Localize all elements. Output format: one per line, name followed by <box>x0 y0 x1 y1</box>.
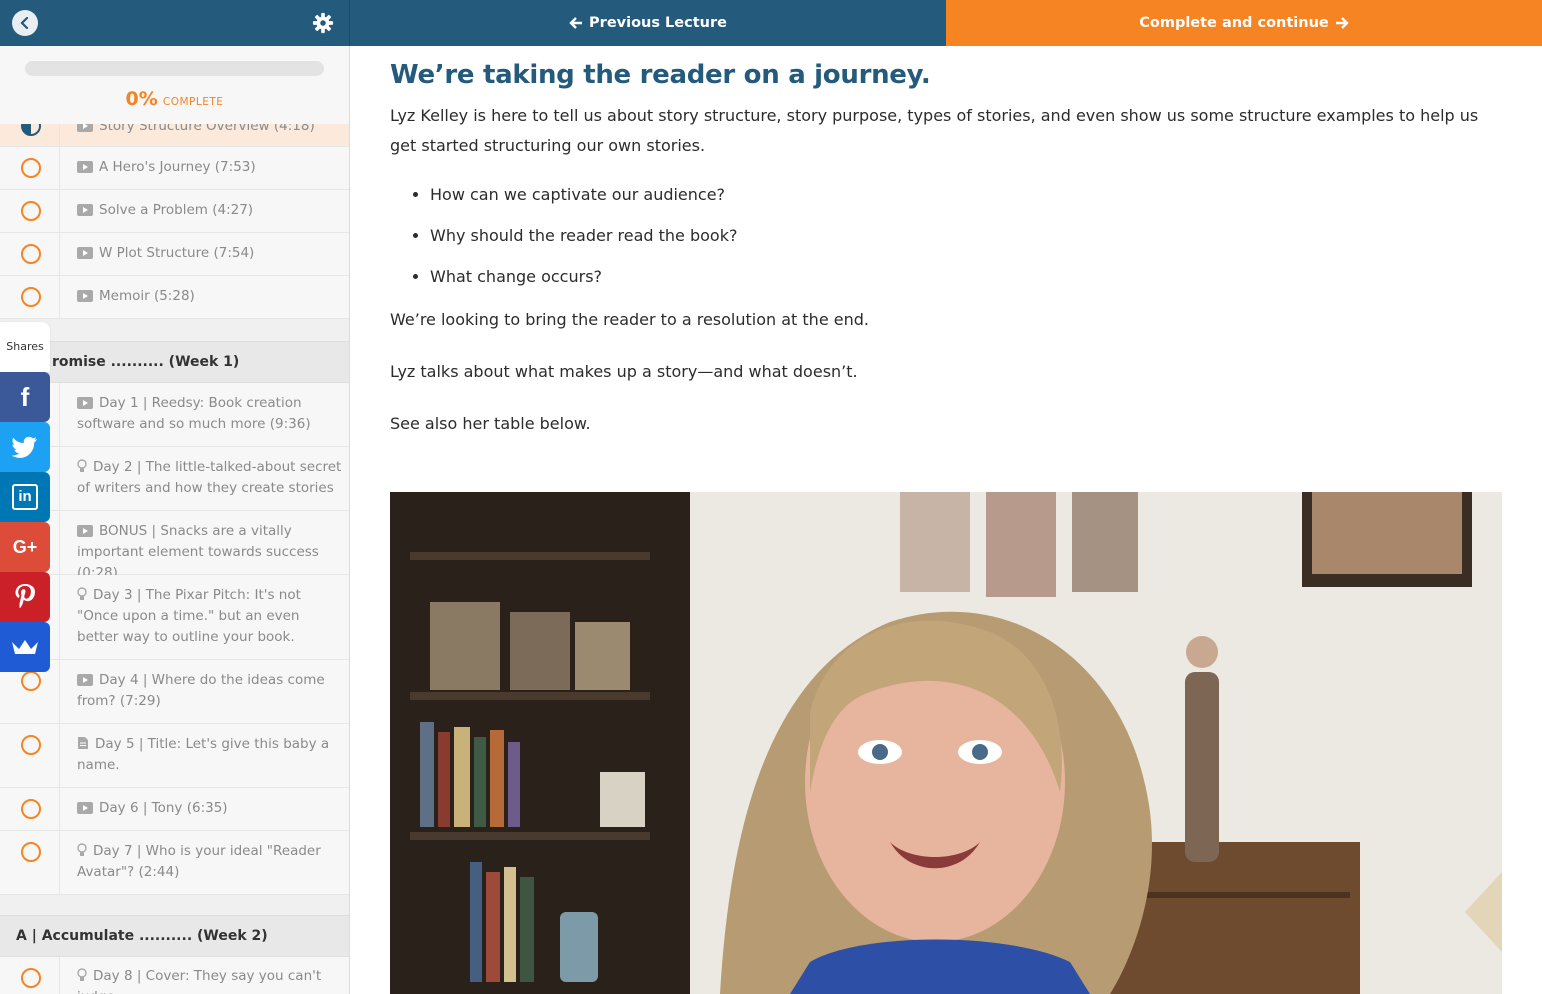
intro-paragraph: Lyz Kelley is here to tell us about stor… <box>390 106 1479 155</box>
lecture-item[interactable]: Memoir (5:28) <box>0 276 349 319</box>
paragraph: See also her table below. <box>390 414 591 433</box>
lecture-item[interactable]: Day 8 | Cover: They say you can't judge <box>0 957 349 994</box>
shares-label: Shares <box>0 322 50 372</box>
play-icon <box>77 247 93 259</box>
complete-and-continue-label: Complete and continue <box>1139 15 1329 31</box>
play-icon <box>77 290 93 302</box>
google-plus-icon: G+ <box>12 536 38 557</box>
incomplete-circle-icon <box>21 735 41 755</box>
document-icon <box>78 737 88 749</box>
list-item: Why should the reader read the book? <box>430 221 737 262</box>
play-icon <box>77 674 93 686</box>
facebook-share-button[interactable]: f <box>0 372 50 422</box>
play-icon <box>77 161 93 173</box>
lecture-title: W Plot Structure (7:54) <box>99 245 255 261</box>
previous-lecture-label: Previous Lecture <box>589 15 727 31</box>
lecture-title: Solve a Problem (4:27) <box>99 202 254 218</box>
progress-label: COMPLETE <box>162 96 224 108</box>
section-spacer <box>0 895 349 915</box>
lecture-item[interactable]: BONUS | Snacks are a vitally important e… <box>0 511 349 581</box>
lecture-item[interactable]: Day 7 | Who is your ideal "Reader Avatar… <box>0 831 349 895</box>
lecture-title: Day 7 | Who is your ideal "Reader Avatar… <box>77 843 321 880</box>
play-icon <box>77 525 93 537</box>
bulb-icon <box>77 968 87 981</box>
lecture-item[interactable]: Day 1 | Reedsy: Book creation software a… <box>0 383 349 447</box>
gear-icon[interactable] <box>312 12 334 34</box>
course-sidebar[interactable]: 0% COMPLETE Story Structure Overview (4:… <box>0 46 350 994</box>
video-frame-image <box>390 492 1502 994</box>
pinterest-icon <box>15 584 35 609</box>
lecture-item[interactable]: Day 4 | Where do the ideas come from? (7… <box>0 660 349 724</box>
question-list: How can we captivate our audience? Why s… <box>430 180 737 303</box>
lecture-item[interactable]: Day 6 | Tony (6:35) <box>0 788 349 831</box>
play-icon <box>77 204 93 216</box>
lecture-title: Day 1 | Reedsy: Book creation software a… <box>77 395 311 432</box>
lecture-item[interactable]: Day 5 | Title: Let's give this baby a na… <box>0 724 349 788</box>
incomplete-circle-icon <box>21 158 41 178</box>
lecture-title: Day 2 | The little-talked-about secret o… <box>77 459 342 496</box>
pinterest-share-button[interactable] <box>0 572 50 622</box>
facebook-icon: f <box>20 381 30 412</box>
bulb-icon <box>77 843 87 856</box>
incomplete-circle-icon <box>21 287 41 307</box>
lecture-title: Memoir (5:28) <box>99 288 195 304</box>
incomplete-circle-icon <box>21 799 41 819</box>
sumome-share-button[interactable] <box>0 622 50 672</box>
lecture-title: Day 8 | Cover: They say you can't judge <box>77 968 322 994</box>
progress-area: 0% COMPLETE <box>0 46 349 124</box>
twitter-icon <box>12 436 37 458</box>
google-plus-share-button[interactable]: G+ <box>0 522 50 572</box>
play-icon <box>77 802 93 814</box>
complete-and-continue-button[interactable]: Complete and continue <box>946 0 1542 46</box>
lecture-title: BONUS | Snacks are a vitally important e… <box>77 523 319 581</box>
previous-lecture-button[interactable]: Previous Lecture <box>350 0 946 46</box>
section-spacer <box>0 319 349 341</box>
list-item: How can we captivate our audience? <box>430 180 737 221</box>
paragraph: Lyz talks about what makes up a story—an… <box>390 362 858 381</box>
lecture-title: Day 4 | Where do the ideas come from? (7… <box>77 672 325 709</box>
lecture-item[interactable]: Solve a Problem (4:27) <box>0 190 349 233</box>
paragraph: We’re looking to bring the reader to a r… <box>390 310 869 329</box>
incomplete-circle-icon <box>21 968 41 988</box>
top-bar: Previous Lecture Complete and continue <box>0 0 1542 46</box>
incomplete-circle-icon <box>21 671 41 691</box>
bulb-icon <box>77 459 87 472</box>
crown-icon <box>12 640 38 654</box>
progress-bar <box>25 61 324 76</box>
linkedin-share-button[interactable]: in <box>0 472 50 522</box>
lecture-title: Day 6 | Tony (6:35) <box>99 800 228 816</box>
incomplete-circle-icon <box>21 244 41 264</box>
lecture-item[interactable]: A Hero's Journey (7:53) <box>0 147 349 190</box>
section-header-week-2: A | Accumulate .......... (Week 2) <box>0 915 349 957</box>
twitter-share-button[interactable] <box>0 422 50 472</box>
list-item: What change occurs? <box>430 262 737 303</box>
arrow-left-icon <box>569 17 583 29</box>
lecture-heading: We’re taking the reader on a journey. <box>390 60 931 90</box>
video-player[interactable] <box>390 492 1502 994</box>
linkedin-icon: in <box>12 484 38 510</box>
lecture-item[interactable]: Day 3 | The Pixar Pitch: It's not "Once … <box>0 575 349 660</box>
lecture-title: A Hero's Journey (7:53) <box>99 159 256 175</box>
arrow-right-icon <box>1335 17 1349 29</box>
lecture-item[interactable]: Day 2 | The little-talked-about secret o… <box>0 447 349 511</box>
lecture-title: Day 3 | The Pixar Pitch: It's not "Once … <box>77 587 301 645</box>
progress-percent: 0% <box>125 88 158 110</box>
section-header-week-1: romise .......... (Week 1) <box>0 341 349 383</box>
play-icon <box>77 397 93 409</box>
bulb-icon <box>77 587 87 600</box>
chevron-left-icon <box>20 17 29 29</box>
progress-text: 0% COMPLETE <box>0 88 349 110</box>
sidebar-header <box>0 0 350 46</box>
lecture-item[interactable]: W Plot Structure (7:54) <box>0 233 349 276</box>
back-button[interactable] <box>12 10 38 36</box>
incomplete-circle-icon <box>21 842 41 862</box>
incomplete-circle-icon <box>21 201 41 221</box>
lecture-title: Day 5 | Title: Let's give this baby a na… <box>77 736 330 773</box>
